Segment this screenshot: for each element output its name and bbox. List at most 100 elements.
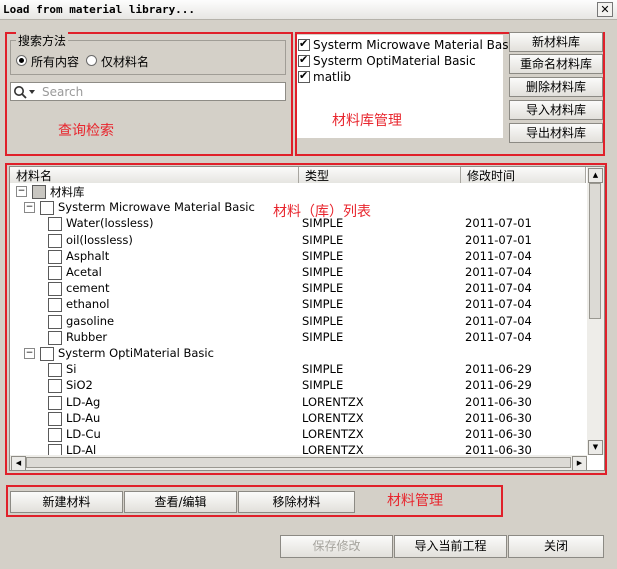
material-type: SIMPLE xyxy=(302,297,344,312)
close-button[interactable]: 关闭 xyxy=(508,535,604,558)
vertical-scrollbar[interactable]: ▲ ▼ xyxy=(587,167,604,455)
tree-group-row[interactable]: − Systerm OptiMaterial Basic xyxy=(10,345,585,361)
tree-checkbox[interactable] xyxy=(48,314,62,329)
material-date: 2011-06-30 xyxy=(465,394,532,409)
scroll-down-icon[interactable]: ▼ xyxy=(588,440,603,455)
material-name: LD-Au xyxy=(66,410,101,425)
search-input[interactable]: Search xyxy=(10,82,286,101)
material-date: 2011-07-04 xyxy=(465,297,532,312)
tree-checkbox[interactable] xyxy=(48,379,62,394)
material-name: SiO2 xyxy=(66,378,93,393)
horizontal-scroll-thumb[interactable] xyxy=(26,457,571,468)
column-header-type[interactable]: 类型 xyxy=(299,167,461,183)
library-checkbox-opti[interactable] xyxy=(298,53,310,67)
table-row[interactable]: SiO2 SIMPLE 2011-06-29 xyxy=(10,377,585,394)
tree-root-row[interactable]: − 材料库 xyxy=(10,183,585,199)
tree-checkbox[interactable] xyxy=(48,411,62,426)
material-name: cement xyxy=(66,281,110,296)
view-edit-button[interactable]: 查看/编辑 xyxy=(124,491,237,513)
table-row[interactable]: LD-Cu LORENTZX 2011-06-30 xyxy=(10,426,585,442)
radio-name-only[interactable] xyxy=(86,55,97,66)
material-name: oil(lossless) xyxy=(66,232,133,247)
material-date: 2011-07-01 xyxy=(465,216,532,231)
column-header-date[interactable]: 修改时间 xyxy=(461,167,586,183)
tree-group-label: Systerm Microwave Material Basic xyxy=(58,200,255,215)
library-annotation-label: 材料库管理 xyxy=(332,113,402,129)
table-row[interactable]: Acetal SIMPLE 2011-07-04 xyxy=(10,264,585,280)
material-date: 2011-07-04 xyxy=(465,281,532,296)
new-library-button[interactable]: 新材料库 xyxy=(509,32,603,52)
material-name: Asphalt xyxy=(66,248,110,263)
column-header-name[interactable]: 材料名 xyxy=(10,167,299,183)
new-material-button[interactable]: 新建材料 xyxy=(10,491,123,513)
scroll-left-icon[interactable]: ◀ xyxy=(11,456,26,470)
tree-checkbox[interactable] xyxy=(48,282,62,297)
horizontal-scrollbar[interactable]: ◀ ▶ xyxy=(10,455,587,470)
tree-checkbox[interactable] xyxy=(48,330,62,345)
material-date: 2011-07-04 xyxy=(465,248,532,263)
library-checkbox-microwave[interactable] xyxy=(298,37,310,51)
search-icon xyxy=(14,86,35,99)
search-annotation-label: 查询检索 xyxy=(58,123,114,139)
material-name: Si xyxy=(66,362,77,377)
radio-all-content-label: 所有内容 xyxy=(31,55,80,69)
material-date: 2011-06-30 xyxy=(465,427,532,441)
tree-checkbox[interactable] xyxy=(40,201,54,216)
radio-all-content[interactable] xyxy=(16,55,27,66)
material-date: 2011-07-04 xyxy=(465,313,532,328)
table-row[interactable]: Asphalt SIMPLE 2011-07-04 xyxy=(10,248,585,264)
material-date: 2011-06-30 xyxy=(465,443,532,455)
material-type: SIMPLE xyxy=(302,362,344,377)
radio-name-only-label: 仅材料名 xyxy=(101,55,150,69)
close-icon[interactable]: ✕ xyxy=(597,2,613,17)
tree-checkbox[interactable] xyxy=(48,233,62,248)
material-actions-annotation-label: 材料管理 xyxy=(387,493,443,509)
table-row[interactable]: LD-Au LORENTZX 2011-06-30 xyxy=(10,410,585,426)
table-row[interactable]: cement SIMPLE 2011-07-04 xyxy=(10,280,585,297)
save-changes-button[interactable]: 保存修改 xyxy=(280,535,393,558)
tree-checkbox[interactable] xyxy=(40,347,54,361)
delete-library-button[interactable]: 删除材料库 xyxy=(509,77,603,97)
export-library-button[interactable]: 导出材料库 xyxy=(509,123,603,143)
import-to-project-button[interactable]: 导入当前工程 xyxy=(394,535,507,558)
material-name: ethanol xyxy=(66,297,110,312)
material-date: 2011-07-04 xyxy=(465,329,532,344)
remove-material-button[interactable]: 移除材料 xyxy=(238,491,355,513)
material-type: LORENTZX xyxy=(302,427,364,441)
tree-checkbox[interactable] xyxy=(48,363,62,378)
tree-checkbox[interactable] xyxy=(48,249,62,264)
collapse-icon[interactable]: − xyxy=(24,348,35,359)
material-name: LD-Ag xyxy=(66,394,101,409)
scroll-right-icon[interactable]: ▶ xyxy=(572,456,587,470)
material-name: gasoline xyxy=(66,313,115,328)
tree-checkbox[interactable] xyxy=(32,185,46,199)
collapse-icon[interactable]: − xyxy=(16,186,27,197)
vertical-scroll-thumb[interactable] xyxy=(589,183,601,319)
tree-checkbox[interactable] xyxy=(48,428,62,442)
rename-library-button[interactable]: 重命名材料库 xyxy=(509,54,603,74)
tree-checkbox[interactable] xyxy=(48,395,62,410)
table-row[interactable]: oil(lossless) SIMPLE 2011-07-01 xyxy=(10,232,585,248)
table-row[interactable]: gasoline SIMPLE 2011-07-04 xyxy=(10,313,585,329)
tree-checkbox[interactable] xyxy=(48,298,62,313)
collapse-icon[interactable]: − xyxy=(24,202,35,214)
tree-checkbox[interactable] xyxy=(48,217,62,232)
search-placeholder: Search xyxy=(42,85,84,99)
library-label-matlib: matlib xyxy=(313,70,352,84)
tree-checkbox[interactable] xyxy=(48,444,62,455)
table-row[interactable]: Rubber SIMPLE 2011-07-04 xyxy=(10,329,585,345)
material-name: Acetal xyxy=(66,265,102,279)
tree-checkbox[interactable] xyxy=(48,266,62,280)
table-row[interactable]: ethanol SIMPLE 2011-07-04 xyxy=(10,296,585,313)
table-row[interactable]: LD-Ag LORENTZX 2011-06-30 xyxy=(10,394,585,410)
material-date: 2011-06-30 xyxy=(465,410,532,425)
tree-group-label: Systerm OptiMaterial Basic xyxy=(58,346,214,360)
library-checkbox-matlib[interactable] xyxy=(298,69,310,83)
import-library-button[interactable]: 导入材料库 xyxy=(509,100,603,120)
table-row[interactable]: Si SIMPLE 2011-06-29 xyxy=(10,361,585,378)
table-row[interactable]: LD-Al LORENTZX 2011-06-30 xyxy=(10,442,585,455)
material-date: 2011-07-04 xyxy=(465,265,532,279)
search-method-legend: 搜索方法 xyxy=(16,32,69,49)
scroll-up-icon[interactable]: ▲ xyxy=(588,168,603,183)
tree-root-label: 材料库 xyxy=(50,185,85,199)
